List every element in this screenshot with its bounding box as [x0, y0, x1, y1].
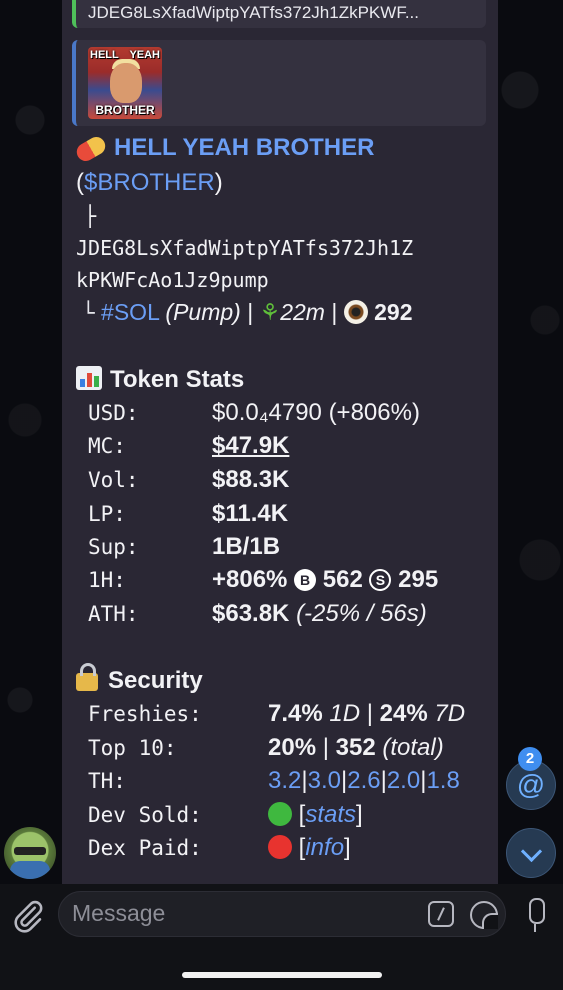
stat-value: $11.4K: [212, 500, 289, 527]
top10-total-label: (total): [382, 734, 444, 761]
stat-mc: MC: $47.9K: [88, 432, 289, 460]
tree-branch: ├: [84, 204, 97, 228]
avatar-body: [10, 861, 50, 879]
mention-count-badge: 2: [518, 747, 542, 771]
meta-row: └ #SOL (Pump) | ⚘22m | 292: [82, 299, 412, 326]
dev-stats-link[interactable]: stats: [305, 801, 356, 828]
ticker-row: ($BROTHER): [76, 169, 223, 197]
thumb-face: [110, 63, 142, 103]
th-link[interactable]: 1.8: [426, 767, 459, 794]
stat-1h: 1H: +806% B 562 S 295: [88, 566, 438, 594]
sticker-icon[interactable]: [470, 901, 498, 929]
separator: |: [331, 299, 338, 325]
buys-count: 562: [322, 566, 363, 593]
separator: |: [247, 299, 254, 325]
contract-address-line-1[interactable]: JDEG8LsXfadWiptpYATfs372Jh1Z: [76, 236, 413, 260]
security-key: TH:: [88, 769, 126, 793]
views-count: 292: [374, 299, 413, 325]
microphone-icon[interactable]: [524, 898, 546, 932]
thumb-text-right: YEAH: [129, 49, 160, 61]
platform-label: (Pump): [165, 299, 241, 325]
th-link[interactable]: 3.2: [268, 767, 301, 794]
sell-icon: S: [369, 569, 392, 591]
stat-sup: Sup: 1B/1B: [88, 533, 280, 561]
bar-chart-icon: [76, 366, 102, 390]
ticker-paren-open: (: [76, 169, 84, 196]
thumb-text-left: HELL: [90, 49, 119, 61]
stats-heading: Token Stats: [76, 366, 244, 394]
top10-total: 352: [335, 734, 376, 761]
stat-usd: USD: $0.0₄4790 (+806%): [88, 399, 420, 427]
security-key: Freshies:: [88, 702, 202, 726]
th-link[interactable]: 3.0: [308, 767, 341, 794]
stat-value: 1B/1B: [212, 533, 281, 560]
freshies-1d: 7.4%: [268, 700, 323, 727]
dex-info-link[interactable]: info: [305, 834, 344, 861]
stat-key: LP:: [88, 502, 126, 526]
stat-key: Vol:: [88, 468, 139, 492]
top10-pct: 20%: [268, 734, 317, 761]
security-key: Dex Paid:: [88, 836, 202, 860]
red-circle-icon: [268, 835, 292, 859]
ticker-paren-close: ): [214, 169, 223, 196]
freshies-7d-label: 7D: [434, 700, 466, 727]
th-link[interactable]: 2.0: [387, 767, 420, 794]
tree-end: └: [82, 301, 95, 325]
token-name-link[interactable]: HELL YEAH BROTHER: [114, 134, 374, 161]
reply-quote-text: JDEG8LsXfadWiptpYATfs372Jh1ZkPKWF...: [88, 3, 419, 22]
th-link[interactable]: 2.6: [347, 767, 380, 794]
link-preview[interactable]: HELL YEAH BROTHER: [72, 40, 486, 126]
token-title-row: HELL YEAH BROTHER: [73, 133, 374, 165]
stat-key: ATH:: [88, 602, 139, 626]
bot-commands-icon[interactable]: [428, 901, 454, 927]
security-th: TH: 3.2|3.0|2.6|2.0|1.8: [88, 767, 460, 794]
message-placeholder: Message: [72, 900, 166, 926]
stat-value: +806%: [212, 566, 288, 593]
security-key: Top 10:: [88, 736, 177, 760]
ath-change: (-25% / 56s): [296, 600, 427, 627]
avatar-glasses: [14, 847, 46, 855]
sender-avatar[interactable]: [4, 827, 56, 879]
security-title: Security: [108, 667, 203, 694]
stat-ath: ATH: $63.8K (-25% / 56s): [88, 600, 427, 628]
stat-lp: LP: $11.4K: [88, 500, 288, 528]
stats-title: Token Stats: [110, 366, 245, 393]
stat-key: 1H:: [88, 568, 126, 592]
security-dex-paid: Dex Paid: [info]: [88, 834, 351, 861]
security-top10: Top 10: 20% | 352 (total): [88, 734, 444, 761]
green-circle-icon: [268, 802, 292, 826]
security-freshies: Freshies: 7.4% 1D | 24% 7D: [88, 700, 466, 727]
scroll-down-button[interactable]: [506, 828, 556, 878]
token-thumbnail[interactable]: HELL YEAH BROTHER: [88, 47, 162, 119]
freshies-1d-label: 1D: [329, 700, 361, 727]
contract-address-line-2[interactable]: kPKWFcAo1Jz9pump: [76, 268, 269, 292]
security-dev-sold: Dev Sold: [stats]: [88, 801, 363, 828]
stat-value: $63.8K: [212, 600, 290, 627]
reply-quote[interactable]: JDEG8LsXfadWiptpYATfs372Jh1ZkPKWF...: [72, 0, 486, 28]
at-icon: @: [516, 769, 546, 800]
eye-icon: [343, 300, 368, 324]
pill-icon: [73, 133, 109, 165]
sells-count: 295: [398, 566, 439, 593]
buy-icon: B: [294, 569, 317, 591]
lock-icon: [76, 663, 98, 691]
ticker-link[interactable]: $BROTHER: [84, 169, 215, 196]
security-heading: Security: [76, 663, 203, 695]
stat-key: USD:: [88, 401, 139, 425]
attach-icon[interactable]: [10, 898, 46, 934]
stat-value: $0.0₄4790 (+806%): [212, 399, 420, 426]
age-label: 22m: [280, 299, 325, 325]
stat-key: MC:: [88, 434, 126, 458]
stat-value: $88.3K: [212, 466, 290, 493]
home-indicator: [182, 972, 382, 978]
security-key: Dev Sold:: [88, 803, 202, 827]
stat-key: Sup:: [88, 535, 139, 559]
stat-vol: Vol: $88.3K: [88, 466, 289, 494]
freshies-7d: 24%: [379, 700, 428, 727]
mc-link[interactable]: $47.9K: [212, 432, 289, 459]
chain-hashtag[interactable]: #SOL: [101, 299, 159, 325]
thumb-text-bottom: BROTHER: [95, 103, 155, 117]
seedling-icon: ⚘: [259, 299, 281, 325]
